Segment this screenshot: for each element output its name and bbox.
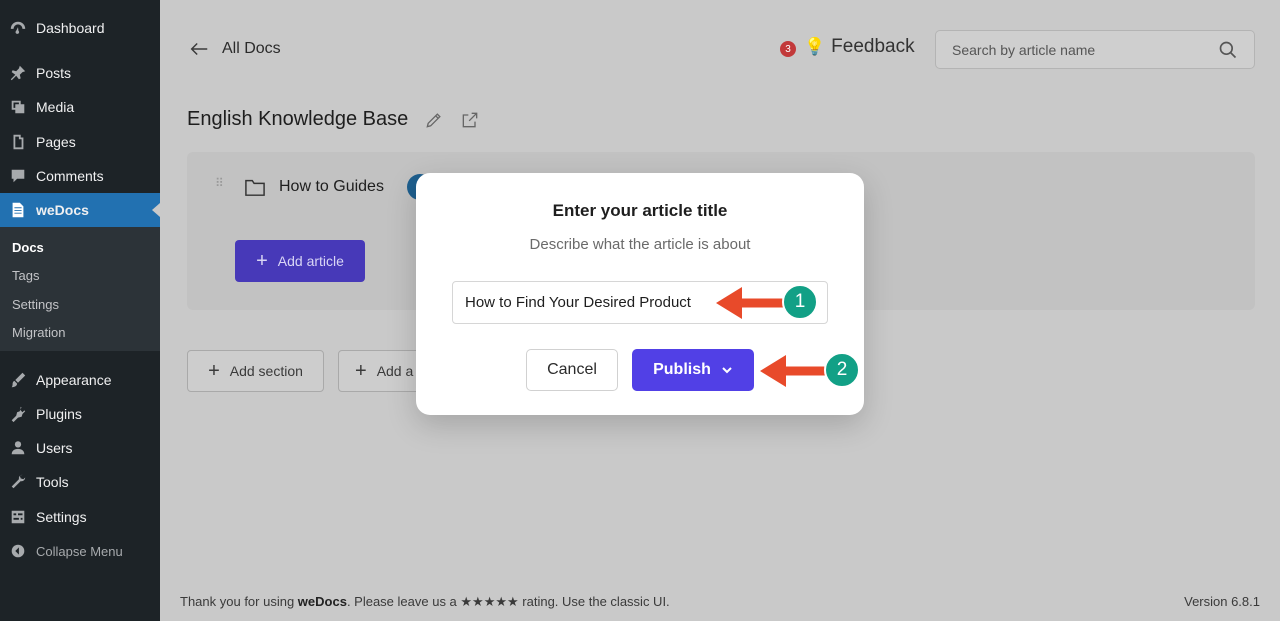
search-input[interactable] [952,41,1218,58]
back-label: All Docs [222,40,281,57]
menu-item-users[interactable]: Users [0,431,160,465]
add-section-label: Add section [229,363,303,379]
lightbulb-icon: 💡 [804,37,826,56]
submenu-settings[interactable]: Settings [12,297,59,312]
section-title[interactable]: How to Guides [279,178,384,196]
menu-label: weDocs [36,202,89,218]
menu-label: Settings [36,509,87,525]
pin-icon [0,64,36,82]
dashboard-icon [0,19,36,37]
add-article-label: Add article [277,253,344,269]
wrench-icon [0,473,36,491]
publish-button[interactable]: Publish [632,349,754,391]
menu-item-posts[interactable]: Posts [0,56,160,90]
arrow-left-icon [190,42,208,56]
add-article-button[interactable]: + Add article [235,240,365,282]
menu-label: Collapse Menu [36,543,123,559]
article-search [935,30,1255,69]
menu-item-dashboard[interactable]: Dashboard [0,11,160,45]
menu-item-plugins[interactable]: Plugins [0,397,160,431]
kb-title-row: English Knowledge Base [187,108,480,131]
modal-title: Enter your article title [552,201,728,220]
menu-label: Media [36,99,75,115]
menu-label: Users [36,440,73,456]
chevron-down-icon[interactable] [721,364,733,376]
menu-label: Dashboard [36,20,105,36]
menu-item-wedocs[interactable]: weDocs [0,193,160,227]
menu-item-comments[interactable]: Comments [0,159,160,193]
document-icon [0,201,36,219]
pencil-icon[interactable] [424,110,444,130]
add-other-label: Add a [376,363,414,379]
footer-suffix: . Please leave us a ★★★★★ rating. Use th… [346,594,670,609]
footer-brand[interactable]: weDocs [298,594,347,609]
external-link-icon[interactable] [460,110,480,130]
pages-icon [0,133,36,151]
search-icon[interactable] [1218,40,1238,60]
wedocs-submenu: Docs Tags Settings Migration [0,227,160,351]
feedback-label: Feedback [831,36,915,57]
menu-label: Appearance [36,372,112,388]
menu-item-tools[interactable]: Tools [0,465,160,499]
menu-label: Pages [36,134,76,150]
folder-icon [244,177,266,202]
annotation-badge-2: 2 [824,352,860,388]
annotation-arrow-1 [716,287,790,319]
plug-icon [0,405,36,423]
modal-subtitle: Describe what the article is about [529,236,751,253]
collapse-menu-button[interactable]: Collapse Menu [0,534,160,568]
feedback-link[interactable]: 3 💡 Feedback [780,36,915,58]
back-to-all-docs-link[interactable]: All Docs [188,38,281,60]
plus-icon: + [256,249,268,272]
footer-prefix: Thank you for using [180,594,298,609]
annotation-badge-1: 1 [782,284,818,320]
version-text: Version 6.8.1 [1184,594,1260,609]
menu-item-pages[interactable]: Pages [0,125,160,159]
comment-icon [0,167,36,185]
add-section-button[interactable]: + Add section [187,350,324,392]
menu-item-settings[interactable]: Settings [0,500,160,534]
plus-icon: + [208,359,220,382]
submenu-docs[interactable]: Docs [12,240,44,255]
submenu-migration[interactable]: Migration [12,325,65,340]
settings-icon [0,508,36,526]
brush-icon [0,371,36,389]
drag-handle-icon[interactable]: ⠿ [215,177,225,189]
menu-label: Tools [36,474,69,490]
menu-label: Comments [36,168,104,184]
user-icon [0,439,36,457]
menu-item-appearance[interactable]: Appearance [0,363,160,397]
page-title: English Knowledge Base [187,108,409,130]
admin-sidebar: Dashboard Posts Media Pages Comments weD… [0,0,160,621]
menu-label: Plugins [36,406,82,422]
plus-icon: + [355,359,367,382]
submenu-tags[interactable]: Tags [12,268,39,283]
publish-label: Publish [653,361,711,378]
media-icon [0,98,36,116]
collapse-icon [0,542,36,560]
menu-item-media[interactable]: Media [0,90,160,124]
footer-thanks: Thank you for using weDocs. Please leave… [180,594,670,610]
feedback-count-badge: 3 [780,41,796,57]
menu-label: Posts [36,65,72,81]
cancel-button[interactable]: Cancel [526,349,618,391]
